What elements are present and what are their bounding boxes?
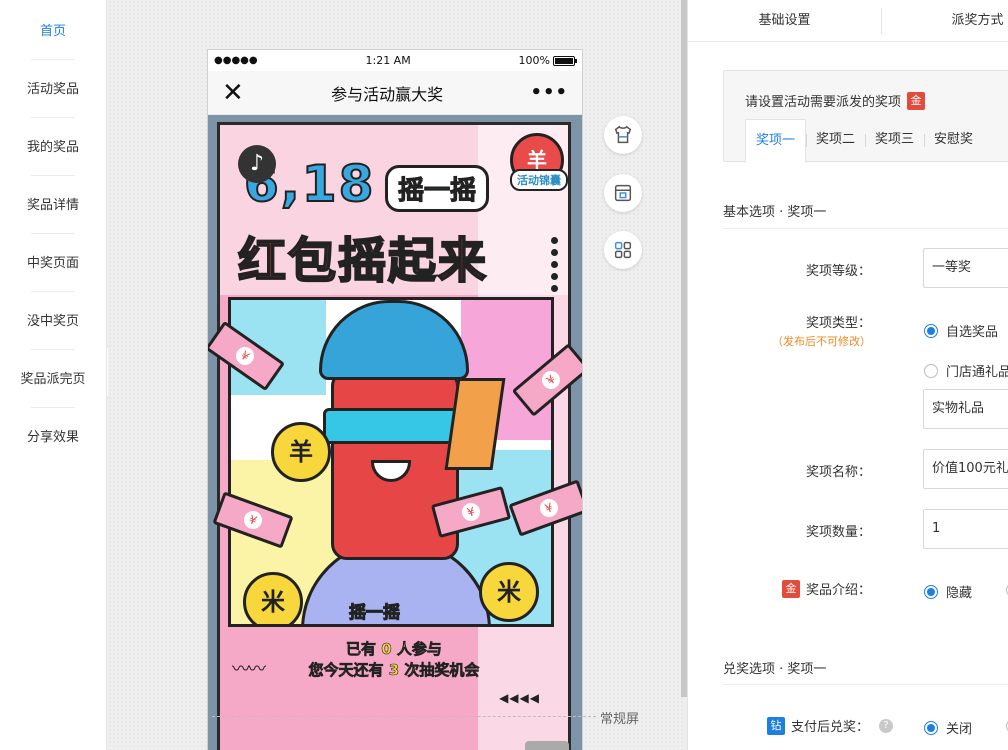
section-divider [723, 684, 1008, 685]
type-option-custom[interactable]: 自选奖品 [924, 321, 998, 340]
level-input[interactable]: 一等奖 [923, 248, 1008, 288]
grid-icon [614, 241, 632, 259]
radio-selected[interactable] [924, 323, 938, 338]
type-option-store-gift-label: 门店通礼品 [946, 365, 1008, 380]
award-prompt: 请设置活动需要派发的奖项 金 [745, 91, 926, 110]
shirt-icon [614, 125, 632, 144]
type-option-custom-label: 自选奖品 [946, 325, 999, 340]
theme-icon[interactable] [604, 116, 642, 154]
phone-preview: ●●●●● 1:21 AM 100% ✕ 参与活动赢大奖 ••• ♪ 6,18 … [207, 49, 583, 750]
canvas-bottom-tag [525, 741, 569, 750]
music-icon[interactable]: ♪ [238, 145, 276, 183]
remaining-chances: 您今天还有 3 次抽奖机会 [308, 661, 480, 680]
settings-panel: 基础设置 派奖方式 请设置活动需要派发的奖项 金 奖项一 奖项二 奖项三 安慰奖… [687, 0, 1008, 750]
phone-page-title: 参与活动赢大奖 [331, 84, 444, 104]
type-note: （发布后不可修改） [772, 335, 871, 348]
gold-badge-icon: 金 [781, 579, 800, 598]
tab-basic-settings[interactable]: 基础设置 [688, 0, 881, 41]
character-hat [319, 300, 469, 380]
close-icon[interactable]: ✕ [222, 80, 244, 106]
nav-item-share-effect[interactable]: 分享效果 [0, 406, 106, 464]
diamond-badge-icon: 钻 [766, 716, 785, 735]
section-divider [723, 228, 1008, 229]
type-label: 奖项类型： [805, 316, 871, 331]
phone-nav-bar: ✕ 参与活动赢大奖 ••• [208, 71, 582, 115]
count-label: 奖项数量： [805, 525, 871, 540]
pay-redeem-option-off-label: 关闭 [946, 722, 973, 737]
prize-count-input[interactable]: 1 [923, 509, 1008, 549]
award-tab-2[interactable]: 奖项二 [806, 119, 865, 163]
type-option-store-gift[interactable]: 门店通礼品 [924, 361, 1008, 380]
radio-selected[interactable] [924, 720, 938, 735]
shake-bubble: 摇一摇 [385, 165, 490, 212]
settings-tabs: 基础设置 派奖方式 [688, 0, 1008, 42]
intro-option-hide-label: 隐藏 [946, 586, 973, 601]
nav-item-home[interactable]: 首页 [0, 0, 106, 60]
nav-item-no-win-page[interactable]: 没中奖页 [0, 290, 106, 350]
nav-item-activity-prizes[interactable]: 活动奖品 [0, 58, 106, 118]
store-icon[interactable] [604, 174, 642, 212]
status-time: 1:21 AM [365, 54, 411, 67]
nav-item-win-page[interactable]: 中奖页面 [0, 232, 106, 292]
award-tab-consolation[interactable]: 安慰奖 [924, 119, 983, 163]
coin-icon: 米 [243, 572, 303, 624]
left-nav: 首页 活动奖品 我的奖品 奖品详情 中奖页面 没中奖页 奖品派完页 分享效果 [0, 0, 107, 750]
fold-label: 常规屏 [600, 712, 640, 727]
coin-icon: 羊 [271, 422, 331, 482]
activity-poster: ♪ 6,18 摇一摇 羊 活动锦囊 红包摇起来 羊 米 米 摇一摇 ¥ ¥ ¥ … [208, 115, 582, 750]
award-prompt-text: 请设置活动需要派发的奖项 [745, 95, 902, 110]
prize-name-input[interactable]: 价值100元礼 [923, 449, 1008, 489]
intro-option-hide[interactable]: 隐藏 [924, 582, 972, 601]
pay-redeem-label: 支付后兑奖： [790, 720, 869, 735]
poster-dots-decoration [551, 237, 558, 292]
level-label: 奖项等级： [805, 264, 871, 279]
battery-status: 100% [518, 54, 577, 67]
battery-icon [553, 55, 577, 66]
basic-section-title: 基本选项 · 奖项一 [723, 205, 827, 220]
coin-icon: 米 [479, 562, 539, 622]
intro-label: 奖品介绍： [805, 583, 871, 598]
fold-line [212, 716, 596, 717]
tab-divider [881, 8, 882, 34]
name-label: 奖项名称： [805, 465, 871, 480]
signal-icon: ●●●●● [214, 55, 258, 66]
activity-tips-label[interactable]: 活动锦囊 [510, 169, 568, 191]
award-tabs: 奖项一 奖项二 奖项三 安慰奖 [745, 119, 983, 163]
shop-icon [614, 184, 632, 202]
radio-selected[interactable] [924, 584, 938, 599]
nav-item-my-prizes[interactable]: 我的奖品 [0, 116, 106, 176]
radio-unselected[interactable] [924, 363, 938, 378]
help-icon[interactable]: ? [879, 718, 893, 733]
character-glasses [323, 408, 465, 444]
redeem-section-title: 兑奖选项 · 奖项一 [723, 662, 827, 677]
nav-item-prizes-out-page[interactable]: 奖品派完页 [0, 348, 106, 408]
poster-headline: 红包摇起来 [237, 232, 489, 290]
gold-badge-icon: 金 [907, 91, 926, 110]
nav-item-prize-detail[interactable]: 奖品详情 [0, 174, 106, 234]
phone-status-bar: ●●●●● 1:21 AM 100% [208, 50, 582, 71]
poster-frame: ♪ 6,18 摇一摇 羊 活动锦囊 红包摇起来 羊 米 米 摇一摇 ¥ ¥ ¥ … [208, 122, 582, 750]
intro-label-row: 金 奖品介绍： [717, 579, 871, 598]
more-icon[interactable]: ••• [530, 82, 568, 103]
award-setup-box: 请设置活动需要派发的奖项 金 奖项一 奖项二 奖项三 安慰奖 [723, 70, 1008, 163]
arrows-decoration: ◀◀◀◀ [499, 691, 540, 705]
gift-type-select[interactable]: 实物礼品 [923, 389, 1008, 429]
apps-icon[interactable] [604, 231, 642, 269]
pay-redeem-label-row: 钻 支付后兑奖： ? [717, 716, 893, 735]
participant-count: 已有 0 人参与 [346, 640, 442, 659]
award-tab-3[interactable]: 奖项三 [865, 119, 924, 163]
tab-distribution-method[interactable]: 派奖方式 [881, 0, 1008, 41]
poster-illustration: 羊 米 米 摇一摇 [228, 297, 554, 627]
pay-redeem-option-off[interactable]: 关闭 [924, 718, 972, 737]
award-tab-1[interactable]: 奖项一 [745, 119, 807, 163]
shake-tag: 摇一摇 [349, 603, 401, 624]
battery-percent: 100% [518, 54, 550, 67]
